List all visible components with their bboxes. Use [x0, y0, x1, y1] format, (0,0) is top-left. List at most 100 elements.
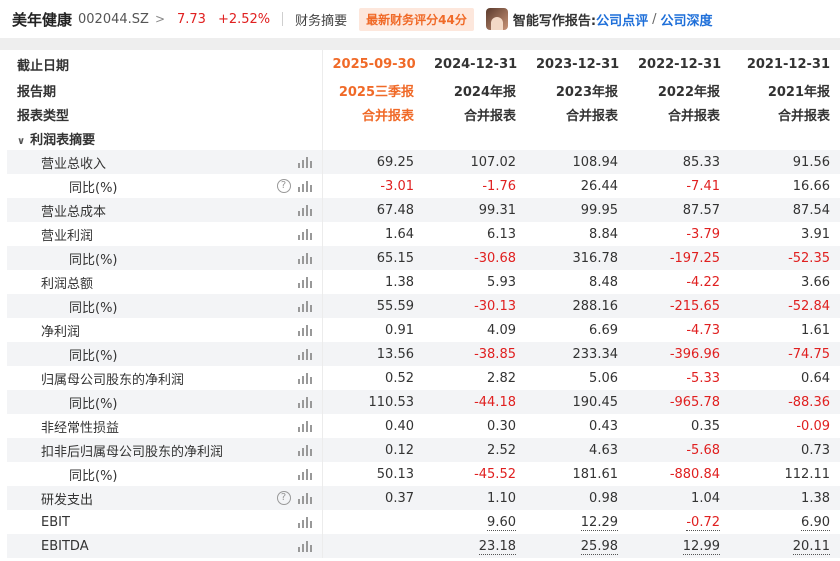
- financial-score-badge[interactable]: 最新财务评分44分: [359, 7, 474, 31]
- value-text: 190.45: [572, 394, 619, 410]
- row-label-cell: 同比(%): [7, 342, 322, 366]
- value-text: 8.48: [589, 274, 618, 290]
- row-label: 净利润: [41, 324, 81, 340]
- row-tools: [297, 252, 312, 264]
- row-label: 非经常性损益: [41, 420, 120, 436]
- bar-chart-icon[interactable]: [297, 300, 312, 312]
- bar-chart-icon[interactable]: [297, 516, 312, 528]
- table-row: EBITDA 23.18 25.98 12.99 20.11: [7, 534, 840, 558]
- period-header-cell: 2025三季报: [321, 78, 424, 102]
- row-label-cell: 营业利润: [7, 222, 322, 246]
- row-label-cell: 营业总成本: [7, 198, 322, 222]
- row-label-cell: 同比(%)?: [7, 174, 322, 198]
- value-cell: 85.33: [628, 150, 730, 174]
- value-cell: -4.22: [628, 270, 730, 294]
- value-text: 99.95: [580, 202, 618, 218]
- value-text: 3.91: [801, 226, 830, 242]
- chevron-right-icon[interactable]: >: [155, 12, 165, 26]
- row-tools: [297, 204, 312, 216]
- table-row: 营业总收入 69.25 107.02 108.94 85.33 91.56: [7, 150, 840, 174]
- header-row: 报表类型 合并报表 合并报表 合并报表 合并报表 合并报表: [7, 102, 840, 126]
- value-text[interactable]: -0.72: [686, 514, 720, 531]
- row-label-cell: 营业总收入: [7, 150, 322, 174]
- bar-chart-icon[interactable]: [297, 396, 312, 408]
- value-text: -4.22: [686, 274, 720, 290]
- value-cell: -7.41: [628, 174, 730, 198]
- stock-name[interactable]: 美年健康: [12, 9, 72, 30]
- value-text: 87.57: [682, 202, 720, 218]
- value-text: -5.33: [686, 370, 720, 386]
- help-icon[interactable]: ?: [276, 179, 291, 193]
- value-cell: 1.04: [628, 486, 730, 510]
- value-cell: -5.33: [628, 366, 730, 390]
- ai-avatar-icon: [485, 8, 508, 30]
- value-text: 0.30: [487, 418, 516, 434]
- bar-chart-icon[interactable]: [297, 204, 312, 216]
- value-cell: -3.79: [628, 222, 730, 246]
- bar-chart-icon[interactable]: [297, 420, 312, 432]
- value-cell: 1.38: [730, 486, 840, 510]
- header-row: 截止日期 2025-09-30 2024-12-31 2023-12-31 2022-1…: [7, 50, 840, 78]
- value-text: 55.59: [376, 298, 414, 314]
- period-header-cell: 2023-12-31: [536, 56, 620, 72]
- empty-cell: [526, 126, 628, 150]
- bar-chart-icon[interactable]: [297, 492, 312, 504]
- value-text[interactable]: 12.99: [682, 538, 720, 555]
- bar-chart-icon[interactable]: [297, 276, 312, 288]
- row-label: 营业总成本: [41, 204, 107, 220]
- table-row: 同比(%) 13.56 -38.85 233.34 -396.96 -74.75: [7, 342, 840, 366]
- value-cell: 55.59: [321, 294, 424, 318]
- value-text: 6.13: [487, 226, 516, 242]
- value-text[interactable]: 6.90: [801, 514, 830, 531]
- value-text[interactable]: 12.29: [580, 514, 618, 531]
- value-text[interactable]: 25.98: [580, 538, 618, 555]
- section-row-income-summary[interactable]: ∨ 利润表摘要: [7, 126, 840, 150]
- value-text[interactable]: 20.11: [792, 538, 830, 555]
- value-cell: -3.01: [321, 174, 424, 198]
- help-icon[interactable]: ?: [276, 491, 291, 505]
- bar-chart-icon[interactable]: [297, 444, 312, 456]
- bar-chart-icon[interactable]: [297, 372, 312, 384]
- row-tools: [297, 300, 312, 312]
- value-cell: 23.18: [424, 534, 526, 558]
- table-row: 同比(%) 65.15 -30.68 316.78 -197.25 -52.35: [7, 246, 840, 270]
- row-label-cell: 同比(%): [7, 390, 322, 414]
- value-cell: 87.54: [730, 198, 840, 222]
- bar-chart-icon[interactable]: [297, 156, 312, 168]
- table-row: 营业总成本 67.48 99.31 99.95 87.57 87.54: [7, 198, 840, 222]
- row-label-cell: 研发支出?: [7, 486, 322, 510]
- value-cell: 9.60: [424, 510, 526, 534]
- value-cell: -396.96: [628, 342, 730, 366]
- bar-chart-icon[interactable]: [297, 180, 312, 192]
- value-cell: -0.09: [730, 414, 840, 438]
- period-header-cell: 合并报表: [667, 108, 720, 124]
- chevron-down-icon[interactable]: ∨: [17, 136, 25, 147]
- value-cell: -52.35: [730, 246, 840, 270]
- value-cell: 0.52: [321, 366, 424, 390]
- tab-financial-summary[interactable]: 财务摘要: [295, 10, 347, 29]
- row-label-cell: 归属母公司股东的净利润: [7, 366, 322, 390]
- value-text: -44.18: [474, 394, 516, 410]
- value-text[interactable]: 23.18: [478, 538, 516, 555]
- value-text[interactable]: 9.60: [487, 514, 516, 531]
- bar-chart-icon[interactable]: [297, 252, 312, 264]
- value-cell: 69.25: [321, 150, 424, 174]
- bar-chart-icon[interactable]: [297, 324, 312, 336]
- value-text: 69.25: [376, 154, 414, 170]
- bar-chart-icon[interactable]: [297, 540, 312, 552]
- value-text: -74.75: [788, 346, 830, 362]
- row-label: 同比(%): [69, 396, 118, 412]
- period-header-cell: 2025-09-30: [321, 50, 424, 78]
- value-cell: 2.52: [424, 438, 526, 462]
- value-cell: 1.38: [321, 270, 424, 294]
- row-label: 同比(%): [69, 300, 118, 316]
- section-title-cell[interactable]: ∨ 利润表摘要: [7, 126, 322, 150]
- bar-chart-icon[interactable]: [297, 468, 312, 480]
- row-label: 扣非后归属母公司股东的净利润: [41, 444, 224, 460]
- company-depth-link[interactable]: 公司深度: [660, 10, 712, 29]
- company-review-link[interactable]: 公司点评: [596, 10, 648, 29]
- row-tools: [297, 420, 312, 432]
- bar-chart-icon[interactable]: [297, 348, 312, 360]
- price-change-pct: +2.52%: [217, 11, 271, 27]
- bar-chart-icon[interactable]: [297, 228, 312, 240]
